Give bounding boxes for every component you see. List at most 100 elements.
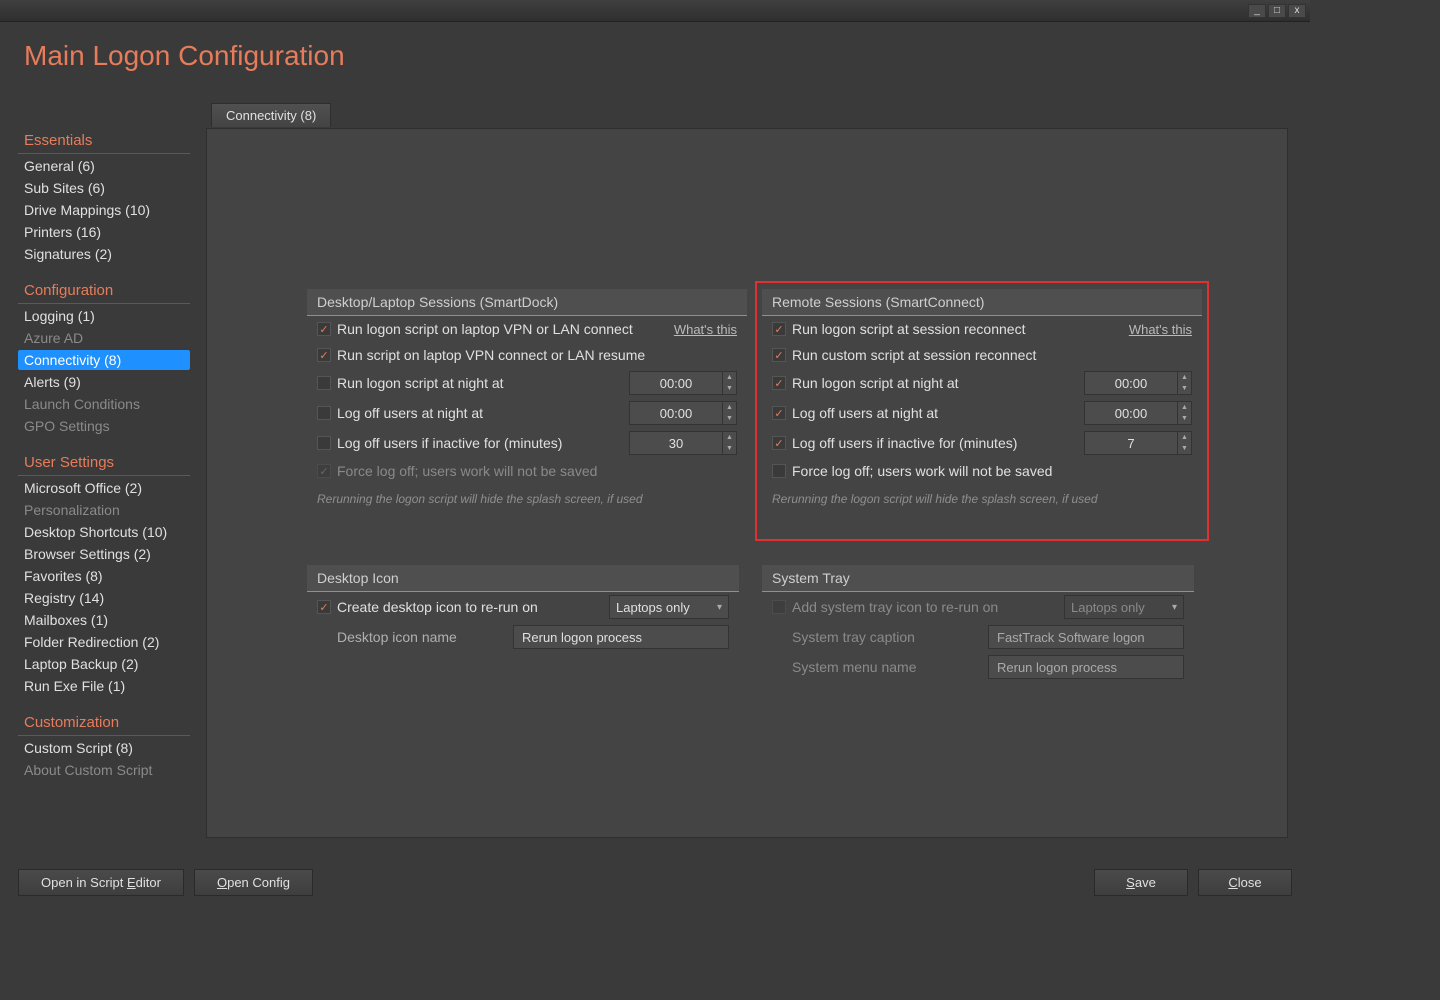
spin-up-icon[interactable]: ▲ xyxy=(723,432,736,443)
sidebar-item[interactable]: Connectivity (8) xyxy=(18,350,190,370)
checkbox[interactable] xyxy=(772,600,786,614)
icon-name-input[interactable]: Rerun logon process xyxy=(513,625,729,649)
sidebar-item[interactable]: Browser Settings (2) xyxy=(18,544,190,564)
checkbox[interactable] xyxy=(772,376,786,390)
sidebar-item[interactable]: Custom Script (8) xyxy=(18,738,190,758)
label: Run logon script at night at xyxy=(792,375,1078,391)
label: Run logon script at night at xyxy=(337,375,623,391)
sidebar-item[interactable]: Sub Sites (6) xyxy=(18,178,190,198)
label: Force log off; users work will not be sa… xyxy=(792,463,1192,479)
sidebar-item[interactable]: GPO Settings xyxy=(18,416,190,436)
page-title: Main Logon Configuration xyxy=(24,40,345,72)
sidebar-item[interactable]: Desktop Shortcuts (10) xyxy=(18,522,190,542)
minutes-input[interactable]: 30 ▲▼ xyxy=(629,431,737,455)
sidebar-section-header: User Settings xyxy=(18,450,190,476)
checkbox xyxy=(317,464,331,478)
time-input[interactable]: 00:00 ▲▼ xyxy=(1084,401,1192,425)
sidebar-item[interactable]: Laptop Backup (2) xyxy=(18,654,190,674)
checkbox[interactable] xyxy=(317,322,331,336)
label: System tray caption xyxy=(792,629,982,645)
minimize-button[interactable]: _ xyxy=(1248,4,1266,18)
sidebar-item[interactable]: Launch Conditions xyxy=(18,394,190,414)
sidebar-item[interactable]: Favorites (8) xyxy=(18,566,190,586)
spin-up-icon[interactable]: ▲ xyxy=(1178,372,1191,383)
sidebar-item[interactable]: General (6) xyxy=(18,156,190,176)
label: Force log off; users work will not be sa… xyxy=(337,463,737,479)
spin-down-icon[interactable]: ▼ xyxy=(1178,383,1191,394)
spin-down-icon[interactable]: ▼ xyxy=(1178,443,1191,454)
spin-up-icon[interactable]: ▲ xyxy=(1178,432,1191,443)
label: Log off users at night at xyxy=(337,405,623,421)
spin-up-icon[interactable]: ▲ xyxy=(1178,402,1191,413)
checkbox[interactable] xyxy=(772,348,786,362)
main-panel: Connectivity (8) Desktop/Laptop Sessions… xyxy=(206,128,1288,838)
row-run-reconnect: Run logon script at session reconnect Wh… xyxy=(762,316,1202,342)
spin-down-icon[interactable]: ▼ xyxy=(723,383,736,394)
label: Log off users at night at xyxy=(792,405,1078,421)
row-logoff-inactive: Log off users if inactive for (minutes) … xyxy=(762,428,1202,458)
sidebar-item[interactable]: Registry (14) xyxy=(18,588,190,608)
whats-this-link[interactable]: What's this xyxy=(1129,322,1192,337)
time-input[interactable]: 00:00 ▲▼ xyxy=(629,371,737,395)
checkbox[interactable] xyxy=(317,600,331,614)
sidebar-item[interactable]: Logging (1) xyxy=(18,306,190,326)
label: Log off users if inactive for (minutes) xyxy=(792,435,1078,451)
group-header: Desktop Icon xyxy=(307,565,739,592)
close-button[interactable]: Close xyxy=(1198,869,1292,896)
row-icon-name: Desktop icon name Rerun logon process xyxy=(307,622,739,652)
spin-down-icon[interactable]: ▼ xyxy=(723,443,736,454)
spin-down-icon[interactable]: ▼ xyxy=(1178,413,1191,424)
titlebar: _ □ x xyxy=(0,0,1310,22)
checkbox[interactable] xyxy=(317,348,331,362)
checkbox[interactable] xyxy=(317,406,331,420)
sidebar-item[interactable]: Mailboxes (1) xyxy=(18,610,190,630)
label: Log off users if inactive for (minutes) xyxy=(337,435,623,451)
row-tray-menu: System menu name Rerun logon process xyxy=(762,652,1194,682)
close-window-button[interactable]: x xyxy=(1288,4,1306,18)
time-input[interactable]: 00:00 ▲▼ xyxy=(1084,371,1192,395)
sidebar-item[interactable]: Azure AD xyxy=(18,328,190,348)
whats-this-link[interactable]: What's this xyxy=(674,322,737,337)
sidebar-item[interactable]: Alerts (9) xyxy=(18,372,190,392)
tab-connectivity[interactable]: Connectivity (8) xyxy=(211,103,331,127)
sidebar-item[interactable]: Signatures (2) xyxy=(18,244,190,264)
sidebar: EssentialsGeneral (6)Sub Sites (6)Drive … xyxy=(18,128,190,794)
sidebar-section-header: Customization xyxy=(18,710,190,736)
sidebar-item[interactable]: Drive Mappings (10) xyxy=(18,200,190,220)
checkbox[interactable] xyxy=(772,322,786,336)
save-button[interactable]: Save xyxy=(1094,869,1188,896)
label: Run custom script at session reconnect xyxy=(792,347,1192,363)
sidebar-item[interactable]: Run Exe File (1) xyxy=(18,676,190,696)
spin-up-icon[interactable]: ▲ xyxy=(723,402,736,413)
spin-down-icon[interactable]: ▼ xyxy=(723,413,736,424)
checkbox[interactable] xyxy=(317,436,331,450)
minutes-input[interactable]: 7 ▲▼ xyxy=(1084,431,1192,455)
row-tray-caption: System tray caption FastTrack Software l… xyxy=(762,622,1194,652)
label: Desktop icon name xyxy=(337,629,507,645)
sidebar-item[interactable]: About Custom Script xyxy=(18,760,190,780)
tray-caption-input: FastTrack Software logon xyxy=(988,625,1184,649)
time-input[interactable]: 00:00 ▲▼ xyxy=(629,401,737,425)
open-config-button[interactable]: Open Config xyxy=(194,869,313,896)
sidebar-item[interactable]: Microsoft Office (2) xyxy=(18,478,190,498)
sidebar-item[interactable]: Folder Redirection (2) xyxy=(18,632,190,652)
label: System menu name xyxy=(792,659,982,675)
spin-up-icon[interactable]: ▲ xyxy=(723,372,736,383)
row-run-night: Run logon script at night at 00:00 ▲▼ xyxy=(307,368,747,398)
sidebar-item[interactable]: Printers (16) xyxy=(18,222,190,242)
checkbox[interactable] xyxy=(772,406,786,420)
checkbox[interactable] xyxy=(772,464,786,478)
checkbox[interactable] xyxy=(772,436,786,450)
maximize-button[interactable]: □ xyxy=(1268,4,1286,18)
group-header: System Tray xyxy=(762,565,1194,592)
row-run-night: Run logon script at night at 00:00 ▲▼ xyxy=(762,368,1202,398)
label: Run logon script at session reconnect xyxy=(792,321,1123,337)
row-logoff-night: Log off users at night at 00:00 ▲▼ xyxy=(307,398,747,428)
tray-menu-input: Rerun logon process xyxy=(988,655,1184,679)
sidebar-section-header: Configuration xyxy=(18,278,190,304)
checkbox[interactable] xyxy=(317,376,331,390)
sidebar-item[interactable]: Personalization xyxy=(18,500,190,520)
open-script-editor-button[interactable]: Open in Script Editor xyxy=(18,869,184,896)
target-dropdown[interactable]: Laptops only xyxy=(609,595,729,619)
group-desktop-icon: Desktop Icon Create desktop icon to re-r… xyxy=(307,565,739,652)
